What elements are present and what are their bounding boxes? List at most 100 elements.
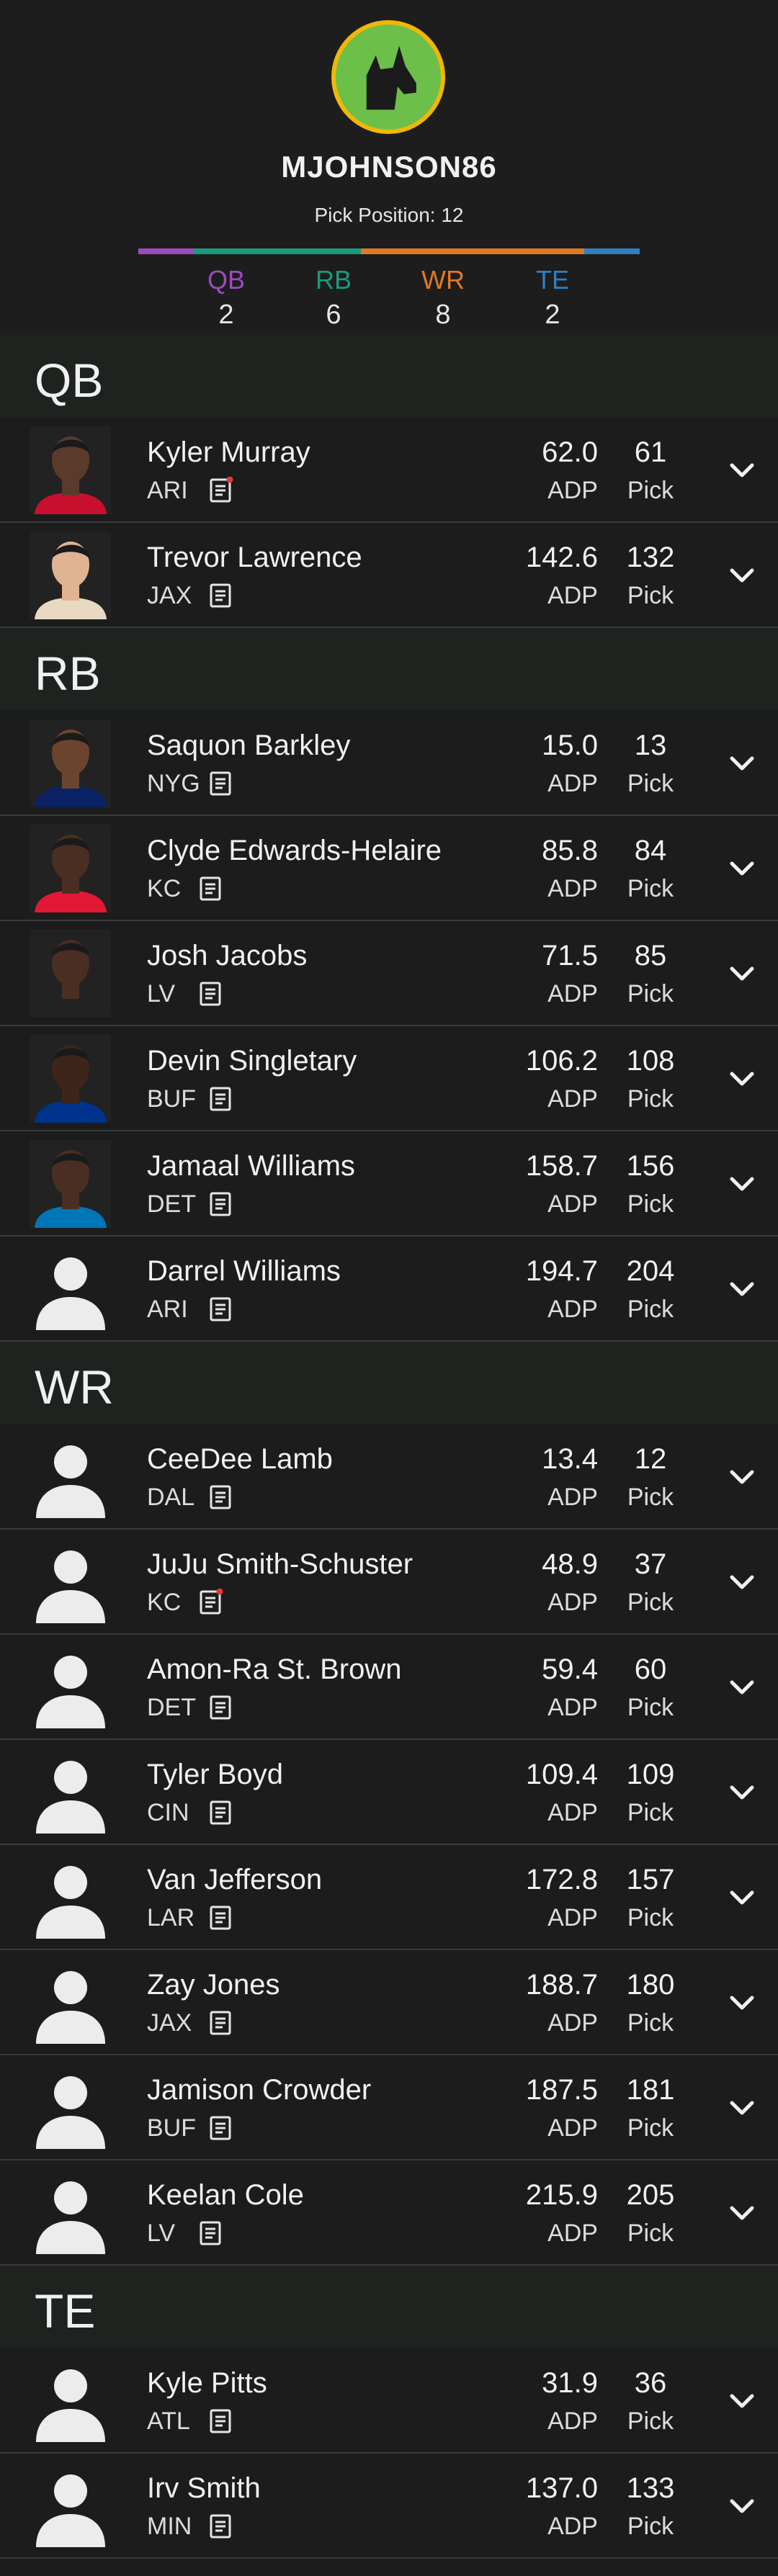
player-row[interactable]: Tyler Boyd CIN 109.4 ADP 109 Pick xyxy=(0,1740,778,1845)
note-icon[interactable] xyxy=(209,1296,233,1323)
player-row[interactable]: Keelan Cole LV 215.9 ADP 205 Pick xyxy=(0,2160,778,2266)
pick-label: Pick xyxy=(627,582,674,609)
chevron-down-icon[interactable] xyxy=(728,1466,756,1488)
player-row[interactable]: Kyle Pitts ATL 31.9 ADP 36 Pick xyxy=(0,2348,778,2454)
note-icon[interactable] xyxy=(209,2513,233,2540)
team-header: MJOHNSON86 Pick Position: 12 QB 2 RB 6 WR 8 TE… xyxy=(0,0,778,335)
player-row[interactable]: CeeDee Lamb DAL 13.4 ADP 12 Pick xyxy=(0,1424,778,1530)
note-icon[interactable] xyxy=(209,2114,233,2142)
player-row[interactable]: Trevor Lawrence JAX 142.6 ADP 132 Pick xyxy=(0,523,778,628)
chevron-down-icon[interactable] xyxy=(728,1571,756,1593)
player-team: LV xyxy=(147,2220,176,2247)
player-name: Darrel Williams xyxy=(147,1255,341,1287)
chevron-down-icon[interactable] xyxy=(728,963,756,984)
player-row[interactable]: Clyde Edwards-Helaire KC 85.8 ADP 84 Pick xyxy=(0,816,778,921)
adp-value: 71.5 xyxy=(542,940,598,971)
player-name: Amon-Ra St. Brown xyxy=(147,1653,402,1685)
chevron-down-icon[interactable] xyxy=(728,1173,756,1195)
player-team: MIN xyxy=(147,2513,192,2540)
note-icon[interactable] xyxy=(209,2407,233,2435)
note-icon[interactable] xyxy=(209,2009,233,2037)
note-icon[interactable] xyxy=(199,980,223,1007)
position-label: QB xyxy=(207,265,245,295)
note-icon[interactable] xyxy=(209,1085,233,1113)
player-team: DAL xyxy=(147,1484,195,1511)
player-row[interactable]: Zay Jones JAX 188.7 ADP 180 Pick xyxy=(0,1950,778,2055)
player-row[interactable]: Saquon Barkley NYG 15.0 ADP 13 Pick xyxy=(0,711,778,816)
player-row[interactable]: Kyler Murray ARI 62.0 ADP 61 Pick xyxy=(0,418,778,523)
adp-label: ADP xyxy=(547,2114,598,2142)
chevron-down-icon[interactable] xyxy=(728,459,756,481)
adp-value: 31.9 xyxy=(542,2367,598,2399)
player-team: NYG xyxy=(147,770,200,797)
adp-label: ADP xyxy=(547,1904,598,1931)
note-icon[interactable] xyxy=(199,875,223,902)
player-name: Kyler Murray xyxy=(147,436,310,468)
note-icon[interactable] xyxy=(209,770,233,797)
person-silhouette-icon xyxy=(30,1643,111,1731)
chevron-down-icon[interactable] xyxy=(728,2097,756,2119)
chevron-down-icon[interactable] xyxy=(728,1992,756,2014)
chevron-down-icon[interactable] xyxy=(728,1677,756,1698)
chevron-down-icon[interactable] xyxy=(728,1278,756,1300)
section-title: QB xyxy=(35,354,104,407)
pick-value: 85 xyxy=(634,940,667,971)
note-icon[interactable] xyxy=(209,1484,233,1511)
player-photo xyxy=(30,1035,111,1123)
adp-label: ADP xyxy=(547,2220,598,2247)
player-team: BUF xyxy=(147,1085,196,1113)
player-name: Josh Jacobs xyxy=(147,940,308,971)
player-row[interactable]: Darrel Williams ARI 194.7 ADP 204 Pick xyxy=(0,1237,778,1342)
player-row[interactable]: Van Jefferson LAR 172.8 ADP 157 Pick xyxy=(0,1845,778,1950)
pick-position: Pick Position: 12 xyxy=(314,204,464,226)
adp-label: ADP xyxy=(547,1296,598,1323)
section-title: RB xyxy=(35,647,101,700)
position-count: 8 xyxy=(435,300,451,330)
adp-value: 15.0 xyxy=(542,730,598,761)
note-icon[interactable] xyxy=(209,582,233,609)
player-row[interactable]: Devin Singletary BUF 106.2 ADP 108 Pick xyxy=(0,1026,778,1131)
note-icon[interactable] xyxy=(209,476,233,504)
note-icon[interactable] xyxy=(209,1799,233,1826)
pick-label: Pick xyxy=(627,477,674,504)
position-label: WR xyxy=(421,265,465,295)
note-icon[interactable] xyxy=(209,1904,233,1931)
pick-label: Pick xyxy=(627,980,674,1007)
chevron-down-icon[interactable] xyxy=(728,2202,756,2224)
person-silhouette-icon xyxy=(30,2064,111,2152)
adp-label: ADP xyxy=(547,1694,598,1721)
adp-label: ADP xyxy=(547,2513,598,2540)
player-photo xyxy=(30,426,111,514)
player-team: KC xyxy=(147,1589,182,1616)
player-row[interactable]: Josh Jacobs LV 71.5 ADP 85 Pick xyxy=(0,921,778,1026)
player-row[interactable]: Jamison Crowder BUF 187.5 ADP 181 Pick xyxy=(0,2055,778,2160)
player-team: ARI xyxy=(147,1296,188,1323)
chevron-down-icon[interactable] xyxy=(728,1068,756,1090)
player-row[interactable]: Irv Smith MIN 137.0 ADP 133 Pick xyxy=(0,2454,778,2559)
player-team: DET xyxy=(147,1694,196,1721)
chevron-down-icon[interactable] xyxy=(728,753,756,774)
player-row[interactable]: Amon-Ra St. Brown DET 59.4 ADP 60 Pick xyxy=(0,1635,778,1740)
adp-label: ADP xyxy=(547,2407,598,2435)
chevron-down-icon[interactable] xyxy=(728,1887,756,1908)
player-row[interactable]: Jamaal Williams DET 158.7 ADP 156 Pick xyxy=(0,1131,778,1237)
chevron-down-icon[interactable] xyxy=(728,2390,756,2412)
note-icon[interactable] xyxy=(199,2220,223,2247)
roster-list: QB Kyler Murray ARI 62.0 ADP 61 Pick Trevor Law… xyxy=(0,335,778,2559)
pick-label: Pick xyxy=(627,1589,674,1616)
player-photo xyxy=(30,930,111,1018)
note-icon[interactable] xyxy=(209,1694,233,1721)
chevron-down-icon[interactable] xyxy=(728,858,756,879)
player-name: Jamaal Williams xyxy=(147,1150,355,1182)
chevron-down-icon[interactable] xyxy=(728,565,756,586)
player-row[interactable]: JuJu Smith-Schuster KC 48.9 ADP 37 Pick xyxy=(0,1530,778,1635)
note-icon[interactable] xyxy=(199,1588,223,1616)
adp-value: 172.8 xyxy=(525,1864,598,1895)
chevron-down-icon[interactable] xyxy=(728,2495,756,2517)
person-silhouette-icon xyxy=(30,2357,111,2445)
position-count-te: TE 2 xyxy=(509,265,596,331)
adp-value: 215.9 xyxy=(525,2179,598,2211)
note-icon[interactable] xyxy=(209,1190,233,1218)
chevron-down-icon[interactable] xyxy=(728,1782,756,1803)
section-header-wr: WR xyxy=(0,1342,778,1424)
